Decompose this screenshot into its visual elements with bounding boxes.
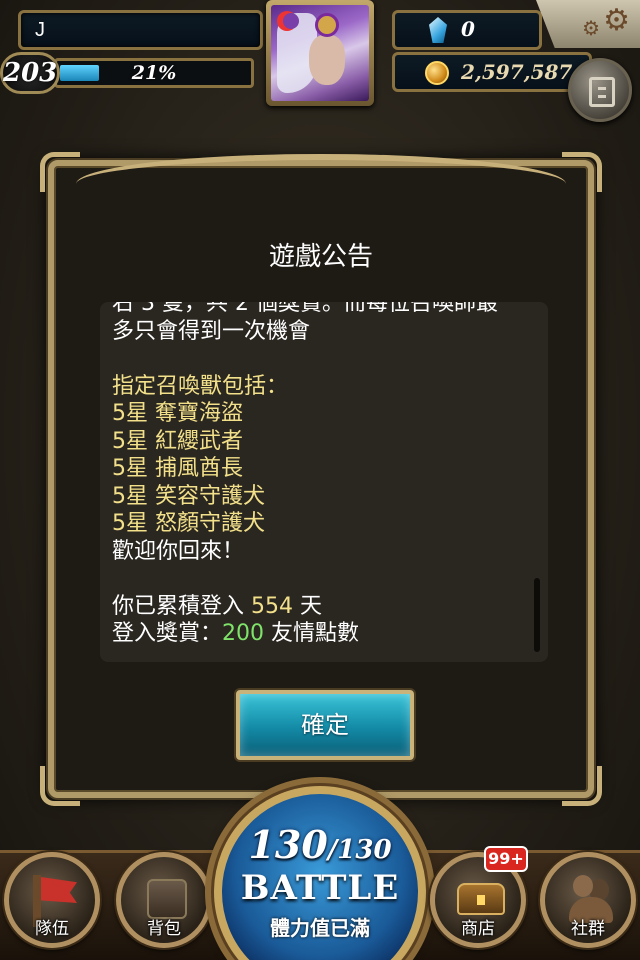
player-name-bar[interactable]: J (18, 10, 263, 50)
gem-count: 0 (461, 17, 475, 41)
leader-avatar (271, 5, 369, 101)
announcement-text: 右 3 隻，共 2 個獎賞。而每位召喚師最 多只會得到一次機會 指定召喚獸包括： 5星… (112, 302, 524, 648)
coin-count: 2,597,587 (461, 60, 573, 84)
login-days-prefix: 你已累積登入 (112, 593, 251, 619)
announcement-line: 5星 怒顏守護犬 (112, 511, 265, 536)
announcement-content[interactable]: 右 3 隻，共 2 個獎賞。而每位召喚師最 多只會得到一次機會 指定召喚獸包括： 5星… (100, 302, 548, 662)
team-label: 隊伍 (35, 919, 69, 939)
coin-icon (425, 61, 449, 85)
shop-notification-badge: 99+ (484, 846, 528, 872)
top-hud: J 21% 203 0 ⚙ ⚙ 2,597,587 (0, 0, 640, 122)
exp-bar: 21% (54, 58, 254, 88)
exp-percent: 21% (131, 62, 177, 84)
gear-icon: ⚙ (603, 3, 630, 38)
stamina-current: 130 (248, 822, 328, 867)
bag-button[interactable]: 背包 (116, 852, 212, 948)
bag-label: 背包 (147, 919, 181, 939)
dialog-corner-ornament (40, 766, 80, 806)
dialog-corner-ornament (562, 152, 602, 192)
stamina-max: /130 (327, 835, 392, 865)
menu-button[interactable] (568, 58, 632, 122)
battle-label: BATTLE (240, 868, 400, 908)
dialog-title: 遊戲公告 (268, 242, 373, 272)
announcement-dialog: 遊戲公告 右 3 隻，共 2 個獎賞。而每位召喚師最多只會得到一次機會 指定召喚獸… (40, 152, 602, 806)
confirm-button[interactable]: 確定 (236, 690, 414, 760)
login-days-suffix: 天 (293, 593, 322, 619)
announcement-line: 5星 奪寶海盜 (112, 401, 243, 426)
announcement-line: 5星 笑容守護犬 (112, 483, 265, 509)
social-button[interactable]: 社群 (540, 852, 636, 948)
bag-icon (147, 879, 187, 919)
stamina-counter: 130/130 (222, 822, 418, 867)
dialog-corner-ornament (40, 152, 80, 192)
gear-small-icon: ⚙ (582, 16, 600, 40)
gem-icon (429, 17, 447, 43)
content-scrollbar[interactable] (534, 578, 540, 652)
login-reward-value: 200 (222, 621, 265, 646)
announcement-line: 多只會得到一次機會 (112, 318, 311, 344)
settings-button[interactable]: ⚙ ⚙ (536, 0, 640, 48)
coin-counter[interactable]: 2,597,587 (392, 52, 592, 92)
login-reward-suffix: 友情點數 (264, 621, 360, 646)
announcement-line: 指定召喚獸包括： (112, 373, 289, 399)
battle-button[interactable]: 130/130 BATTLE 體力值已滿 (214, 786, 426, 960)
dialog-ornament (76, 154, 566, 184)
document-menu-icon (589, 77, 615, 107)
shop-label: 商店 (461, 919, 495, 939)
announcement-line (112, 565, 524, 593)
team-button[interactable]: 隊伍 (4, 852, 100, 948)
announcement-line: 歡迎你回來！ (112, 538, 245, 564)
gem-counter[interactable]: 0 (392, 10, 542, 50)
stamina-status: 體力值已滿 (270, 916, 370, 940)
announcement-line: 5星 紅纓武者 (112, 428, 243, 454)
dialog-corner-ornament (562, 766, 602, 806)
login-reward-line: 登入獎賞：200 友情點數 (112, 620, 524, 648)
login-reward-prefix: 登入獎賞： (112, 621, 223, 646)
crescent-moon-icon (277, 11, 299, 31)
social-label: 社群 (571, 919, 605, 939)
announcement-line: 5星 捕風酋長 (112, 456, 243, 481)
announcement-line (112, 345, 524, 373)
login-days-value: 554 (251, 593, 293, 619)
login-days-line: 你已累積登入 554 天 (112, 593, 524, 621)
level-badge: 203 (0, 52, 60, 94)
announcement-line: 右 3 隻，共 2 個獎賞。而每位召喚師最 (112, 302, 498, 316)
treasure-chest-icon (457, 883, 505, 915)
player-name: J (35, 19, 45, 41)
leader-portrait[interactable] (266, 0, 374, 106)
